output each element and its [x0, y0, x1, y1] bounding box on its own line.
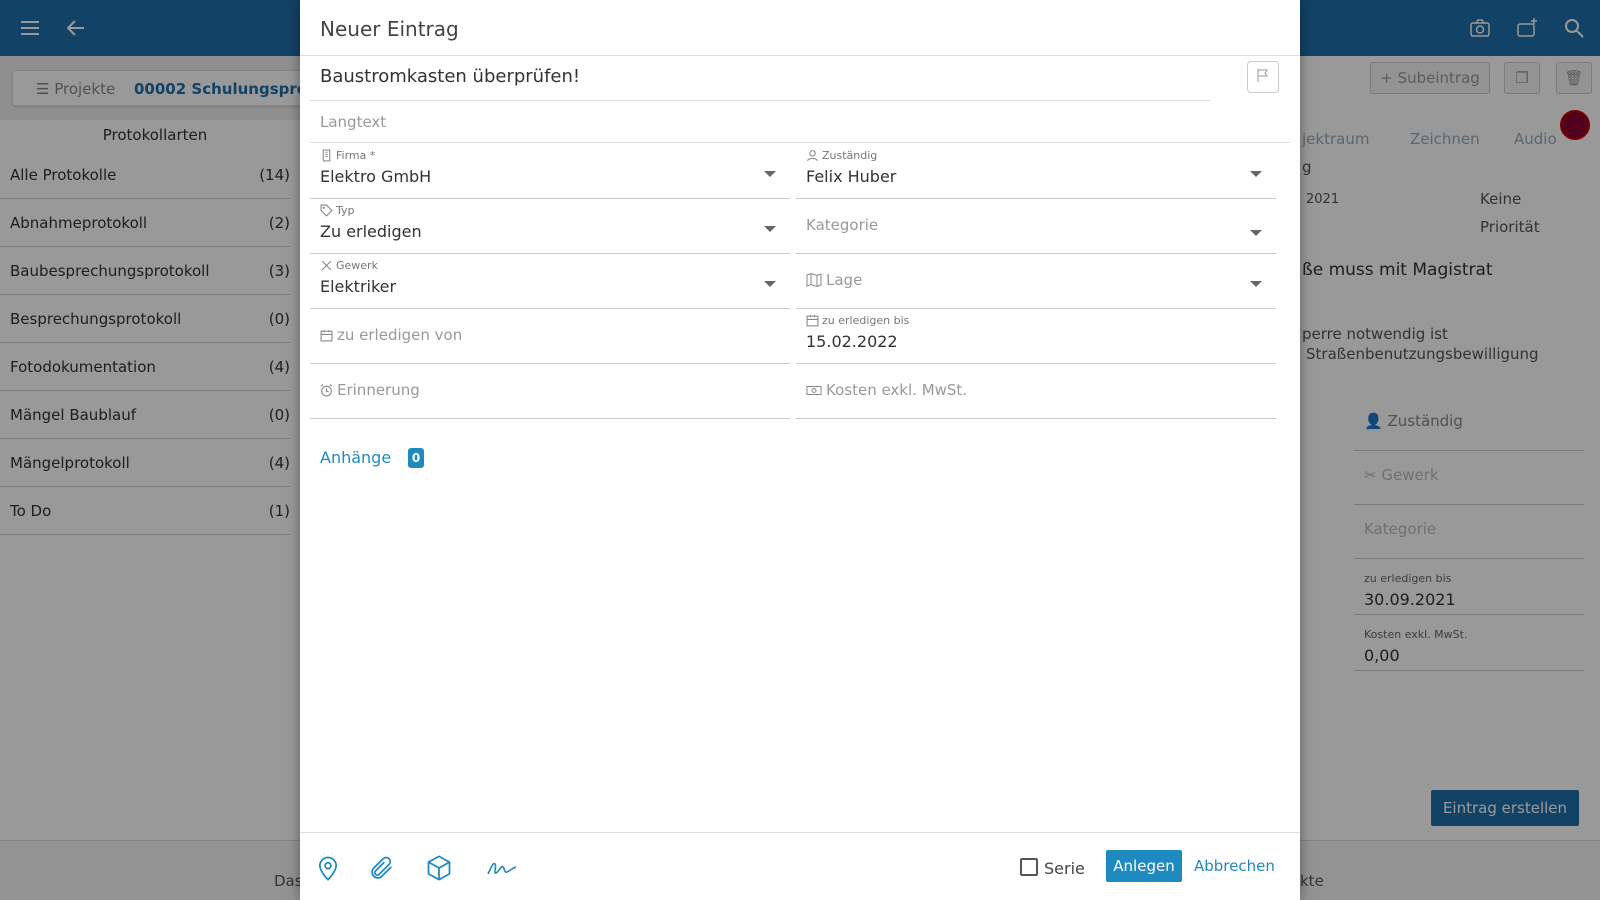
cancel-button[interactable]: Abbrechen	[1194, 850, 1275, 882]
divider	[310, 100, 1210, 101]
signature-icon[interactable]	[486, 854, 518, 882]
series-label: Serie	[1044, 859, 1085, 878]
trade-value: Elektriker	[320, 277, 397, 296]
new-entry-dialog: Neuer Eintrag Baustromkasten überprüfen!…	[300, 0, 1300, 900]
subject-input[interactable]: Baustromkasten überprüfen!	[320, 66, 580, 87]
tag-icon	[320, 204, 333, 217]
longtext-input[interactable]: Langtext	[320, 113, 386, 131]
create-button[interactable]: Anlegen	[1106, 850, 1182, 882]
due-from-date[interactable]: zu erledigen von	[310, 308, 790, 364]
location-select[interactable]: Lage	[796, 253, 1276, 309]
company-select[interactable]: Firma * Elektro GmbH	[310, 143, 790, 199]
chevron-down-icon	[764, 281, 776, 287]
user-icon	[806, 149, 819, 162]
flag-icon	[1255, 67, 1271, 87]
due-until-date[interactable]: zu erledigen bis 15.02.2022	[796, 308, 1276, 364]
cube-icon[interactable]	[425, 854, 453, 882]
dialog-header: Neuer Eintrag	[300, 0, 1300, 56]
calendar-icon	[320, 329, 333, 342]
attachments-count-badge: 0	[408, 448, 424, 468]
category-select[interactable]: Kategorie	[796, 198, 1276, 254]
money-icon	[806, 384, 822, 397]
due-until-value: 15.02.2022	[806, 332, 898, 351]
chevron-down-icon	[764, 171, 776, 177]
alarm-clock-icon	[320, 383, 333, 397]
map-icon	[806, 272, 822, 288]
cost-field[interactable]: Kosten exkl. MwSt.	[796, 363, 1276, 419]
dialog-title: Neuer Eintrag	[320, 17, 459, 41]
reminder-field[interactable]: Erinnerung	[310, 363, 790, 419]
company-value: Elektro GmbH	[320, 167, 432, 186]
type-select[interactable]: Typ Zu erledigen	[310, 198, 790, 254]
type-value: Zu erledigen	[320, 222, 422, 241]
trade-select[interactable]: Gewerk Elektriker	[310, 253, 790, 309]
assignee-select[interactable]: Zuständig Felix Huber	[796, 143, 1276, 199]
chevron-down-icon	[1250, 230, 1262, 236]
flag-button[interactable]	[1247, 61, 1279, 93]
location-pin-icon[interactable]	[314, 854, 342, 882]
calendar-icon	[806, 314, 819, 327]
attachments-link[interactable]: Anhänge	[320, 448, 391, 467]
paperclip-icon[interactable]	[368, 854, 396, 882]
tools-icon	[320, 259, 333, 272]
assignee-value: Felix Huber	[806, 167, 897, 186]
building-icon	[320, 149, 333, 162]
chevron-down-icon	[1250, 281, 1262, 287]
chevron-down-icon	[1250, 171, 1262, 177]
chevron-down-icon	[764, 226, 776, 232]
series-checkbox[interactable]	[1020, 858, 1038, 876]
